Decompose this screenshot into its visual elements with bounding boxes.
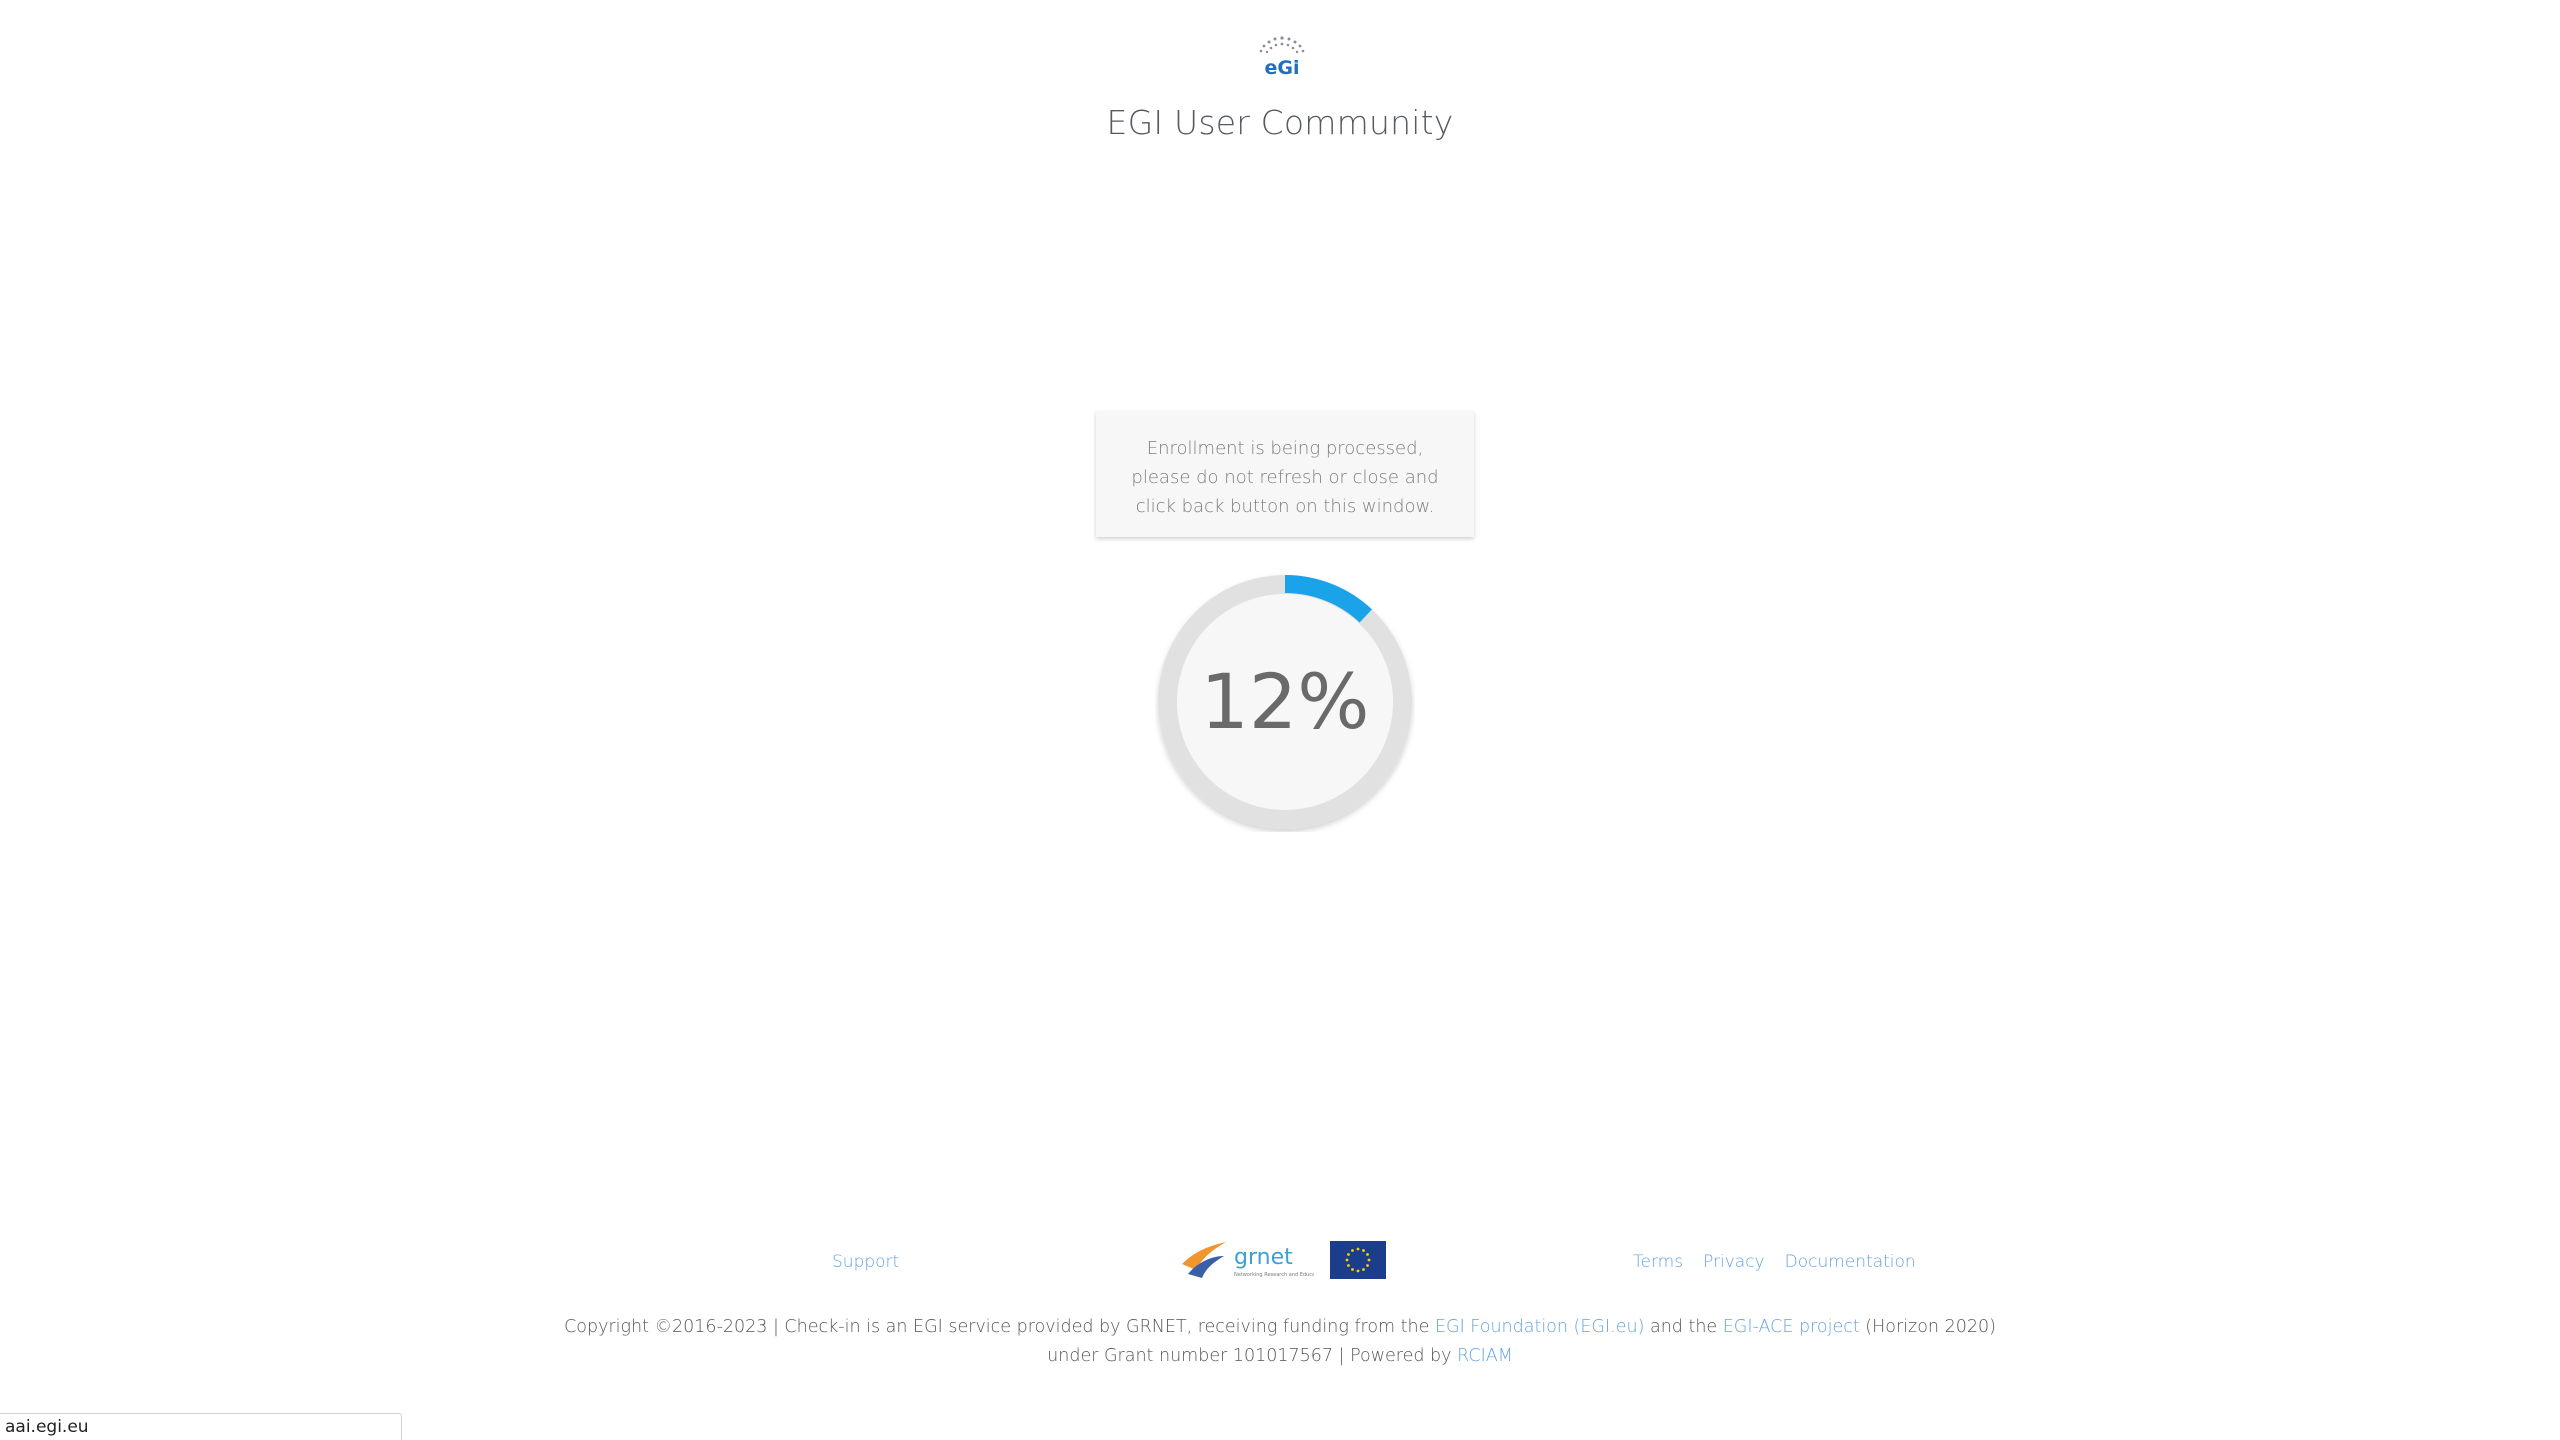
eu-star (1367, 1258, 1371, 1262)
copyright-text-part: under Grant number 101017567 | Powered b… (1047, 1346, 1458, 1366)
eu-star (1362, 1249, 1365, 1252)
eu-star (1351, 1268, 1354, 1271)
grnet-logo[interactable]: grnet Networking Research and Education (1178, 1234, 1325, 1284)
progress-indicator: 12% (1155, 572, 1415, 832)
documentation-link[interactable]: Documentation (1785, 1252, 1916, 1272)
copyright-text-part: Copyright ©2016-2023 | Check-in is an EG… (564, 1317, 1435, 1337)
support-link[interactable]: Support (832, 1252, 899, 1272)
eu-star (1347, 1264, 1350, 1267)
eu-star (1362, 1268, 1365, 1271)
copyright-text-part: (Horizon 2020) (1859, 1317, 1996, 1337)
svg-text:grnet: grnet (1234, 1245, 1293, 1270)
footer-links-row: Support grnet Networking Research and Ed… (0, 1232, 2560, 1288)
copyright-text: Copyright ©2016-2023 | Check-in is an EG… (0, 1313, 2560, 1371)
egi-logo-icon[interactable]: eGi (1256, 34, 1308, 79)
privacy-link[interactable]: Privacy (1703, 1252, 1765, 1272)
page-title: EGI User Community (1106, 103, 1454, 142)
eu-star (1345, 1258, 1349, 1262)
eu-star (1351, 1249, 1354, 1252)
eu-flag-icon (1330, 1241, 1386, 1279)
page: eGi EGI User Community Enrollment is bei… (0, 0, 2560, 1440)
copyright-text-part: and the (1644, 1317, 1723, 1337)
eu-star (1347, 1253, 1350, 1256)
svg-text:Networking Research and Educat: Networking Research and Education (1234, 1272, 1314, 1278)
egi-foundation-link[interactable]: EGI Foundation (EGI.eu) (1435, 1317, 1644, 1337)
eu-star (1366, 1253, 1369, 1256)
terms-link[interactable]: Terms (1633, 1252, 1683, 1272)
eu-star (1356, 1247, 1360, 1251)
footer-right-links: Terms Privacy Documentation (1633, 1252, 1936, 1272)
svg-text:eGi: eGi (1265, 57, 1300, 78)
progress-percent: 12% (1200, 657, 1370, 746)
browser-status-bar: aai.egi.eu (0, 1413, 402, 1440)
enrollment-notice: Enrollment is being processed, please do… (1096, 411, 1474, 537)
eu-star (1356, 1269, 1360, 1273)
egi-ace-project-link[interactable]: EGI-ACE project (1723, 1317, 1860, 1337)
eu-star (1366, 1264, 1369, 1267)
status-url: aai.egi.eu (5, 1417, 89, 1437)
rciam-link[interactable]: RCIAM (1457, 1346, 1513, 1366)
